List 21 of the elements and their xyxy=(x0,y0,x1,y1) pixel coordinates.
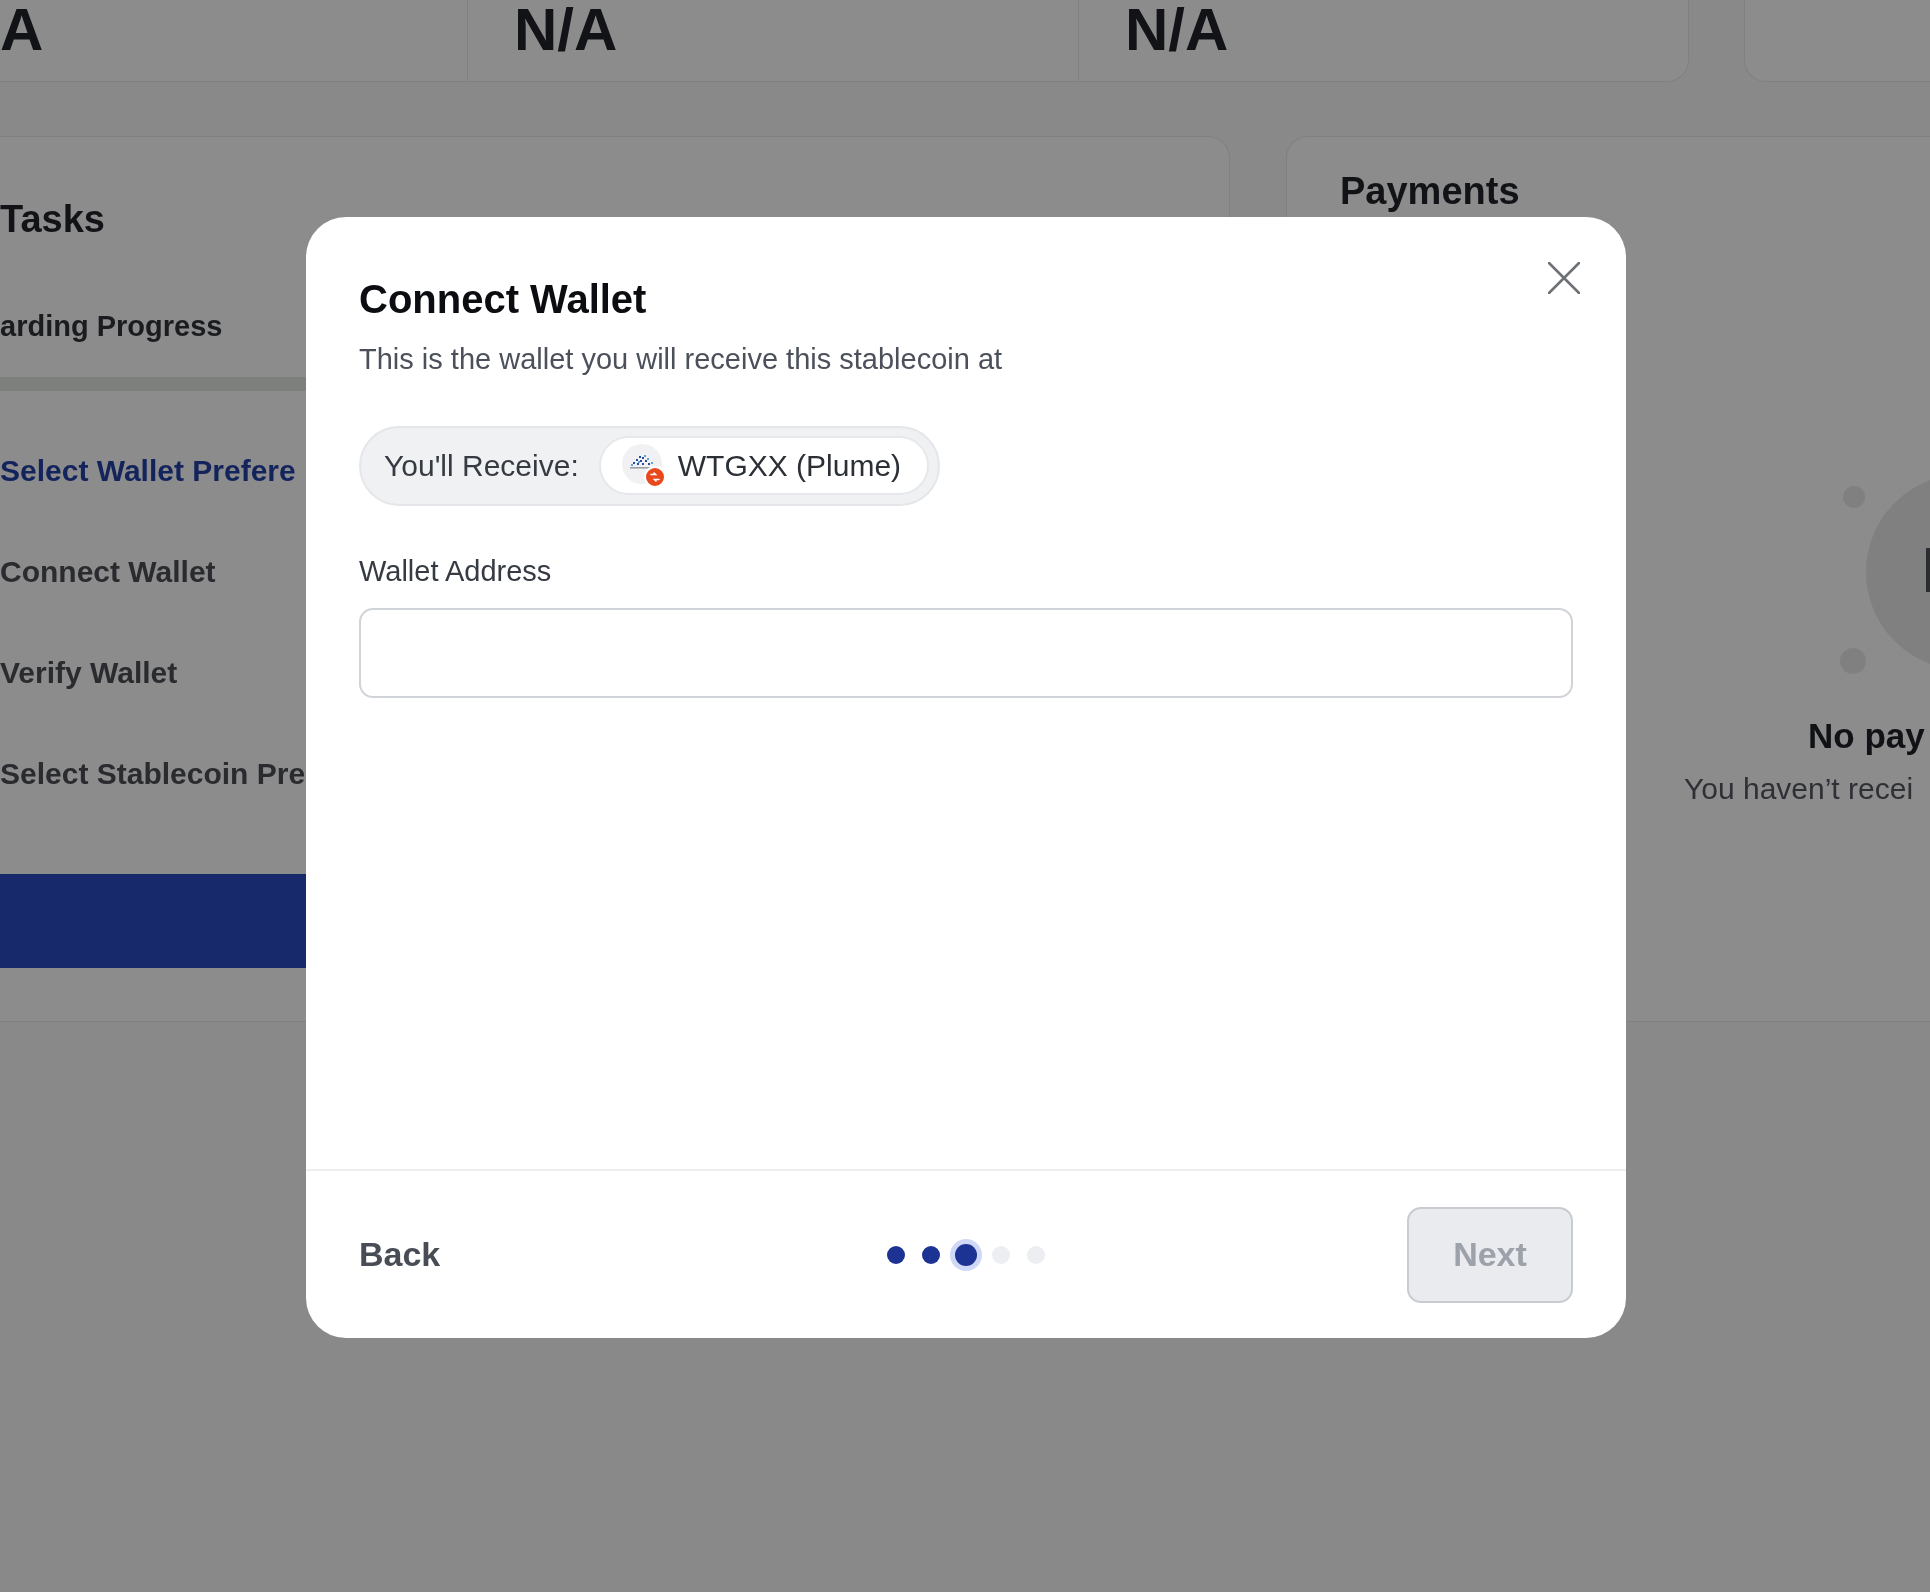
card-title: Payments xyxy=(1340,172,1520,210)
stat-value: N/A xyxy=(1125,0,1229,60)
back-button[interactable]: Back xyxy=(359,1234,441,1275)
section-title: arding Progress xyxy=(0,308,223,344)
modal-title: Connect Wallet xyxy=(359,276,647,323)
empty-state-text: You haven’t recei xyxy=(1684,771,1914,807)
modal-subtitle: This is the wallet you will receive this stablecoin at xyxy=(359,342,1003,377)
close-icon[interactable] xyxy=(1548,262,1580,294)
token-name: WTGXX (Plume) xyxy=(677,447,902,484)
token-logo-icon xyxy=(621,443,666,488)
receive-label: You'll Receive: xyxy=(384,447,579,484)
task-step[interactable]: Verify Wallet xyxy=(0,655,178,692)
card-title: Tasks xyxy=(0,197,105,242)
wallet-address-field[interactable] xyxy=(359,608,1573,699)
empty-state-title: No pay xyxy=(1808,715,1925,757)
task-step[interactable]: Select Stablecoin Pre xyxy=(0,756,306,793)
stat-value: A xyxy=(0,0,44,60)
stat-value: N/A xyxy=(514,0,618,60)
task-step[interactable]: Connect Wallet xyxy=(0,554,216,591)
field-label: Wallet Address xyxy=(359,553,552,589)
task-step[interactable]: Select Wallet Prefere xyxy=(0,453,296,490)
